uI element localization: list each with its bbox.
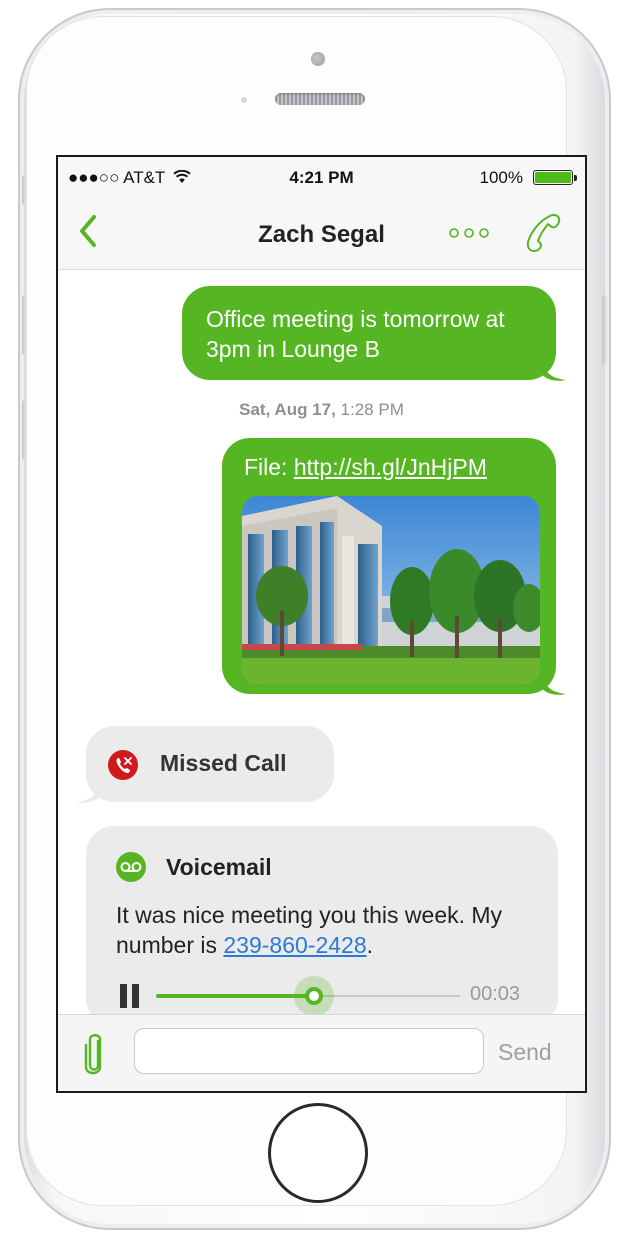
battery-percent: 100% [479,168,523,187]
missed-call-icon [108,750,138,780]
bubble-tail [542,672,566,695]
home-button[interactable] [268,1103,368,1203]
battery-icon [533,170,577,185]
file-link[interactable]: http://sh.gl/JnHjPM [294,454,487,480]
outgoing-message[interactable]: Office meeting is tomorrow at 3pm in Lou… [182,286,566,381]
nav-bar: Zach Segal [58,197,585,270]
voicemail-suffix: . [366,932,373,958]
composer-bar: Send [58,1014,585,1091]
message-thread: Office meeting is tomorrow at 3pm in Lou… [58,270,585,1026]
power-button [602,295,607,365]
playback-progress [156,994,315,998]
playback-knob[interactable] [294,976,335,1016]
playback-time: 00:03 [470,983,521,1005]
pause-icon[interactable] [120,984,140,1008]
playback-slider[interactable] [156,976,460,1016]
status-bar: ●●●○○ AT&T 4:21 PM 100% [58,157,585,197]
screen: ●●●○○ AT&T 4:21 PM 100% Zach Segal Offic… [58,157,585,1091]
office-building-photo [242,496,540,684]
phone-number-link[interactable]: 239-860-2428 [223,932,366,958]
missed-call-message[interactable]: Missed Call [76,726,334,803]
send-button[interactable]: Send [498,1039,552,1066]
voicemail-title: Voicemail [166,854,272,880]
timestamp-date: Sat, Aug 17, [239,400,336,419]
proximity-sensor [241,97,247,103]
bubble-tail [542,358,566,381]
file-label: File: http://sh.gl/JnHjPM [244,454,487,481]
earpiece-speaker [275,93,365,105]
file-prefix: File: [244,454,288,480]
attached-photo[interactable] [242,496,540,684]
voicemail-transcript: It was nice meeting you this week. My nu… [116,900,556,960]
message-timestamp: Sat, Aug 17, 1:28 PM [58,400,585,420]
ellipsis-icon[interactable] [448,223,490,243]
message-text: Office meeting is tomorrow at 3pm in Lou… [206,306,505,362]
voicemail-icon [116,852,146,882]
bubble-tail [76,780,100,803]
paperclip-icon[interactable] [82,1031,106,1077]
voicemail-message[interactable]: Voicemail It was nice meeting you this w… [86,826,558,1026]
front-camera [311,52,325,66]
timestamp-time: 1:28 PM [340,400,404,419]
outgoing-file-message[interactable]: File: http://sh.gl/JnHjPM [222,438,566,695]
conversation-title[interactable]: Zach Segal [58,221,585,249]
phone-icon[interactable] [520,211,566,255]
message-input[interactable] [134,1028,484,1074]
missed-call-label: Missed Call [160,750,287,776]
